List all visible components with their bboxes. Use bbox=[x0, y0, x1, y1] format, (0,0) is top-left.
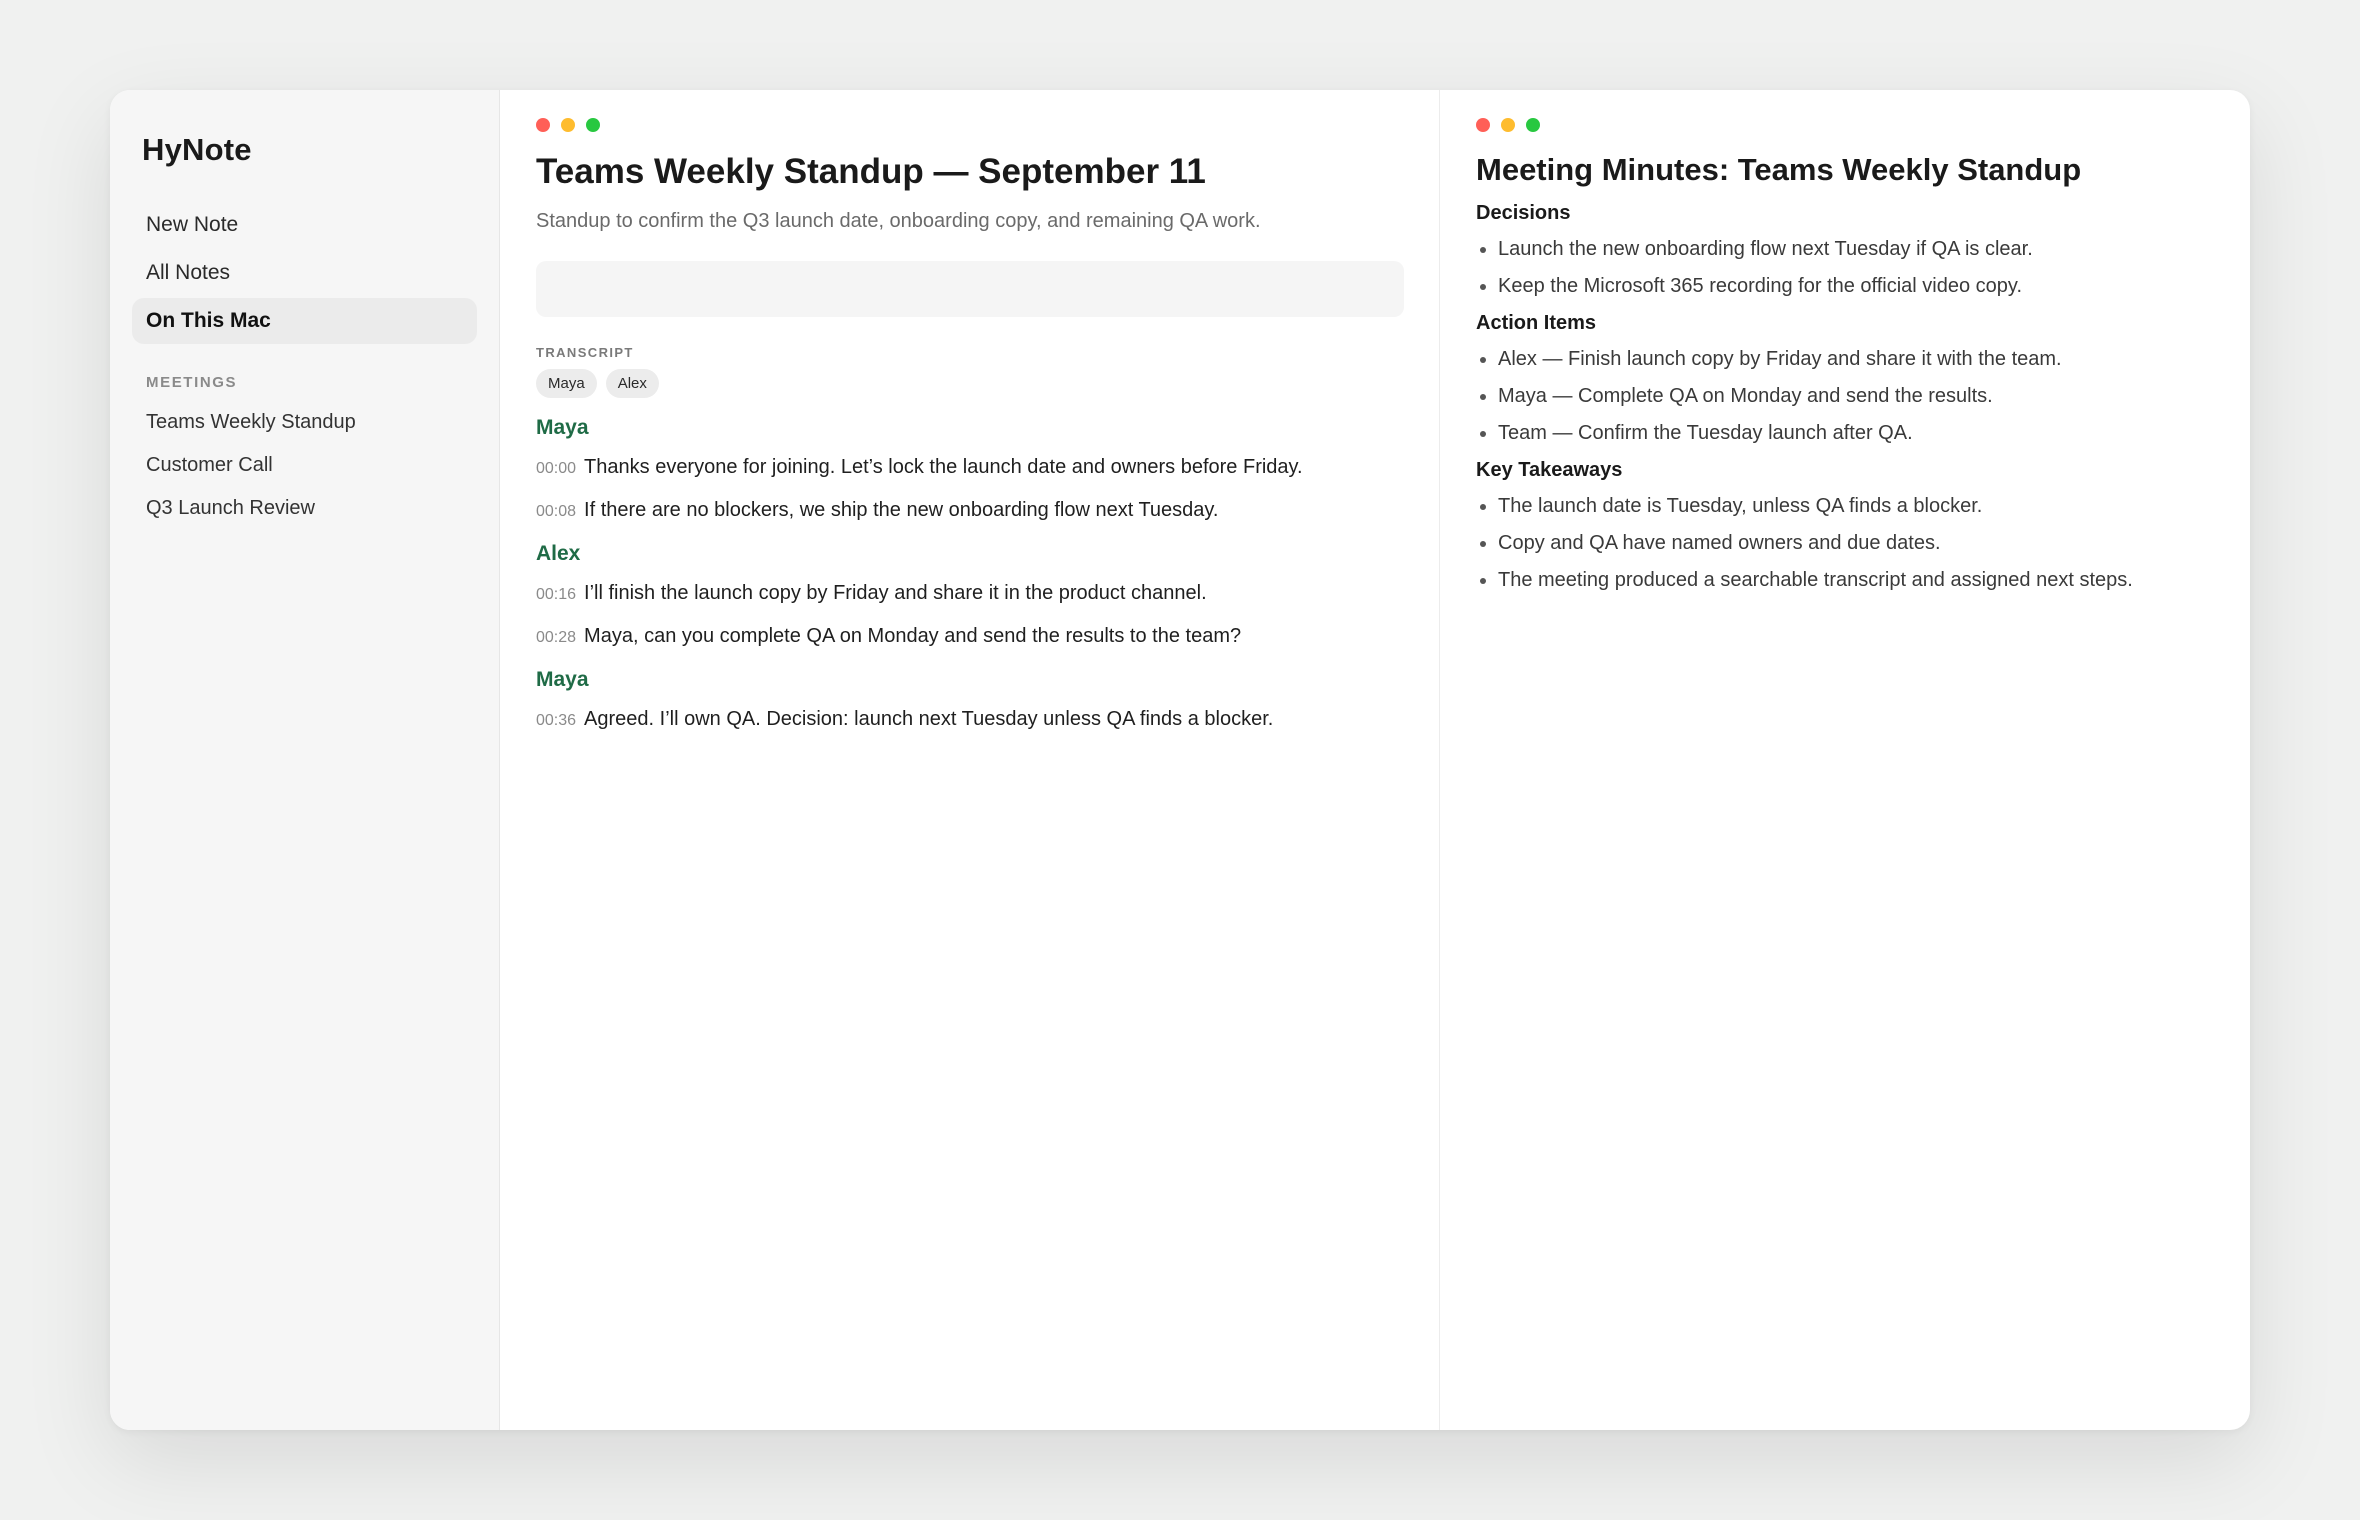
close-window-button[interactable] bbox=[536, 118, 550, 132]
transcript-line: 00:16 I’ll finish the launch copy by Frid… bbox=[536, 582, 1403, 605]
list-item: Alex — Finish launch copy by Friday and … bbox=[1498, 347, 2214, 371]
window-controls bbox=[1476, 118, 2214, 132]
transcript-text: I’ll finish the launch copy by Friday an… bbox=[584, 582, 1207, 604]
app-name: HyNote bbox=[142, 132, 252, 167]
minutes-title: Meeting Minutes: Teams Weekly Standup bbox=[1476, 152, 2082, 187]
list-item: The launch date is Tuesday, unless QA fi… bbox=[1498, 494, 2214, 518]
timestamp[interactable]: 00:08 bbox=[536, 503, 576, 520]
speaker-name: Maya bbox=[536, 416, 589, 439]
timestamp[interactable]: 00:00 bbox=[536, 460, 576, 477]
timestamp[interactable]: 00:36 bbox=[536, 712, 576, 729]
maximize-window-button[interactable] bbox=[1526, 118, 1540, 132]
timestamp[interactable]: 00:16 bbox=[536, 586, 576, 603]
action-items-list: Alex — Finish launch copy by Friday and … bbox=[1476, 347, 2214, 445]
window-controls bbox=[536, 118, 1403, 132]
transcript-text: Agreed. I’ll own QA. Decision: launch ne… bbox=[584, 708, 1274, 730]
section-heading-decisions: Decisions bbox=[1476, 202, 1571, 224]
transcript-label: TRANSCRIPT bbox=[536, 345, 634, 360]
maximize-window-button[interactable] bbox=[586, 118, 600, 132]
nav-item-on-this-mac[interactable]: On This Mac bbox=[132, 298, 477, 344]
nav-item-new-note[interactable]: New Note bbox=[132, 202, 477, 248]
speaker-name: Maya bbox=[536, 668, 589, 691]
note-pane: Teams Weekly Standup — September 11 Stan… bbox=[500, 90, 1440, 1430]
participant-chips: Maya Alex bbox=[536, 369, 1403, 398]
list-item: Keep the Microsoft 365 recording for the… bbox=[1498, 274, 2214, 298]
meeting-item-teams-weekly-standup[interactable]: Teams Weekly Standup bbox=[132, 401, 477, 444]
list-item: Maya — Complete QA on Monday and send th… bbox=[1498, 384, 2214, 408]
key-takeaways-list: The launch date is Tuesday, unless QA fi… bbox=[1476, 494, 2214, 592]
note-input-field[interactable] bbox=[536, 261, 1404, 317]
transcript-text: Thanks everyone for joining. Let’s lock … bbox=[584, 456, 1303, 478]
transcript-line: 00:28 Maya, can you complete QA on Monday… bbox=[536, 625, 1403, 648]
list-item: The meeting produced a searchable transc… bbox=[1498, 568, 2214, 592]
transcript-line: 00:00 Thanks everyone for joining. Let’s … bbox=[536, 456, 1403, 479]
minimize-window-button[interactable] bbox=[561, 118, 575, 132]
note-title: Teams Weekly Standup — September 11 bbox=[536, 152, 1206, 191]
decisions-list: Launch the new onboarding flow next Tues… bbox=[1476, 237, 2214, 298]
participant-chip-alex[interactable]: Alex bbox=[605, 369, 659, 398]
participant-chip-maya[interactable]: Maya bbox=[536, 369, 597, 398]
transcript: Maya 00:00 Thanks everyone for joining. L… bbox=[536, 416, 1403, 731]
transcript-text: Maya, can you complete QA on Monday and … bbox=[584, 625, 1242, 647]
transcript-line: 00:36 Agreed. I’ll own QA. Decision: laun… bbox=[536, 708, 1403, 731]
minimize-window-button[interactable] bbox=[1501, 118, 1515, 132]
list-item: Copy and QA have named owners and due da… bbox=[1498, 531, 2214, 555]
note-subtitle: Standup to confirm the Q3 launch date, o… bbox=[536, 210, 1261, 232]
timestamp[interactable]: 00:28 bbox=[536, 629, 576, 646]
nav-item-all-notes[interactable]: All Notes bbox=[132, 250, 477, 296]
list-item: Launch the new onboarding flow next Tues… bbox=[1498, 237, 2214, 261]
minutes-pane: Meeting Minutes: Teams Weekly Standup De… bbox=[1440, 90, 2250, 1430]
transcript-text: If there are no blockers, we ship the ne… bbox=[584, 499, 1219, 521]
meetings-section-label: MEETINGS bbox=[146, 374, 238, 391]
section-heading-action-items: Action Items bbox=[1476, 312, 1597, 334]
list-item: Team — Confirm the Tuesday launch after … bbox=[1498, 421, 2214, 445]
meeting-item-q3-launch-review[interactable]: Q3 Launch Review bbox=[132, 487, 477, 530]
meeting-item-customer-call[interactable]: Customer Call bbox=[132, 444, 477, 487]
app-window: HyNote New Note All Notes On This Mac ME… bbox=[110, 90, 2250, 1430]
close-window-button[interactable] bbox=[1476, 118, 1490, 132]
transcript-line: 00:08 If there are no blockers, we ship t… bbox=[536, 499, 1403, 522]
sidebar: HyNote New Note All Notes On This Mac ME… bbox=[110, 90, 500, 1430]
section-heading-key-takeaways: Key Takeaways bbox=[1476, 459, 1623, 481]
speaker-name: Alex bbox=[536, 542, 581, 565]
